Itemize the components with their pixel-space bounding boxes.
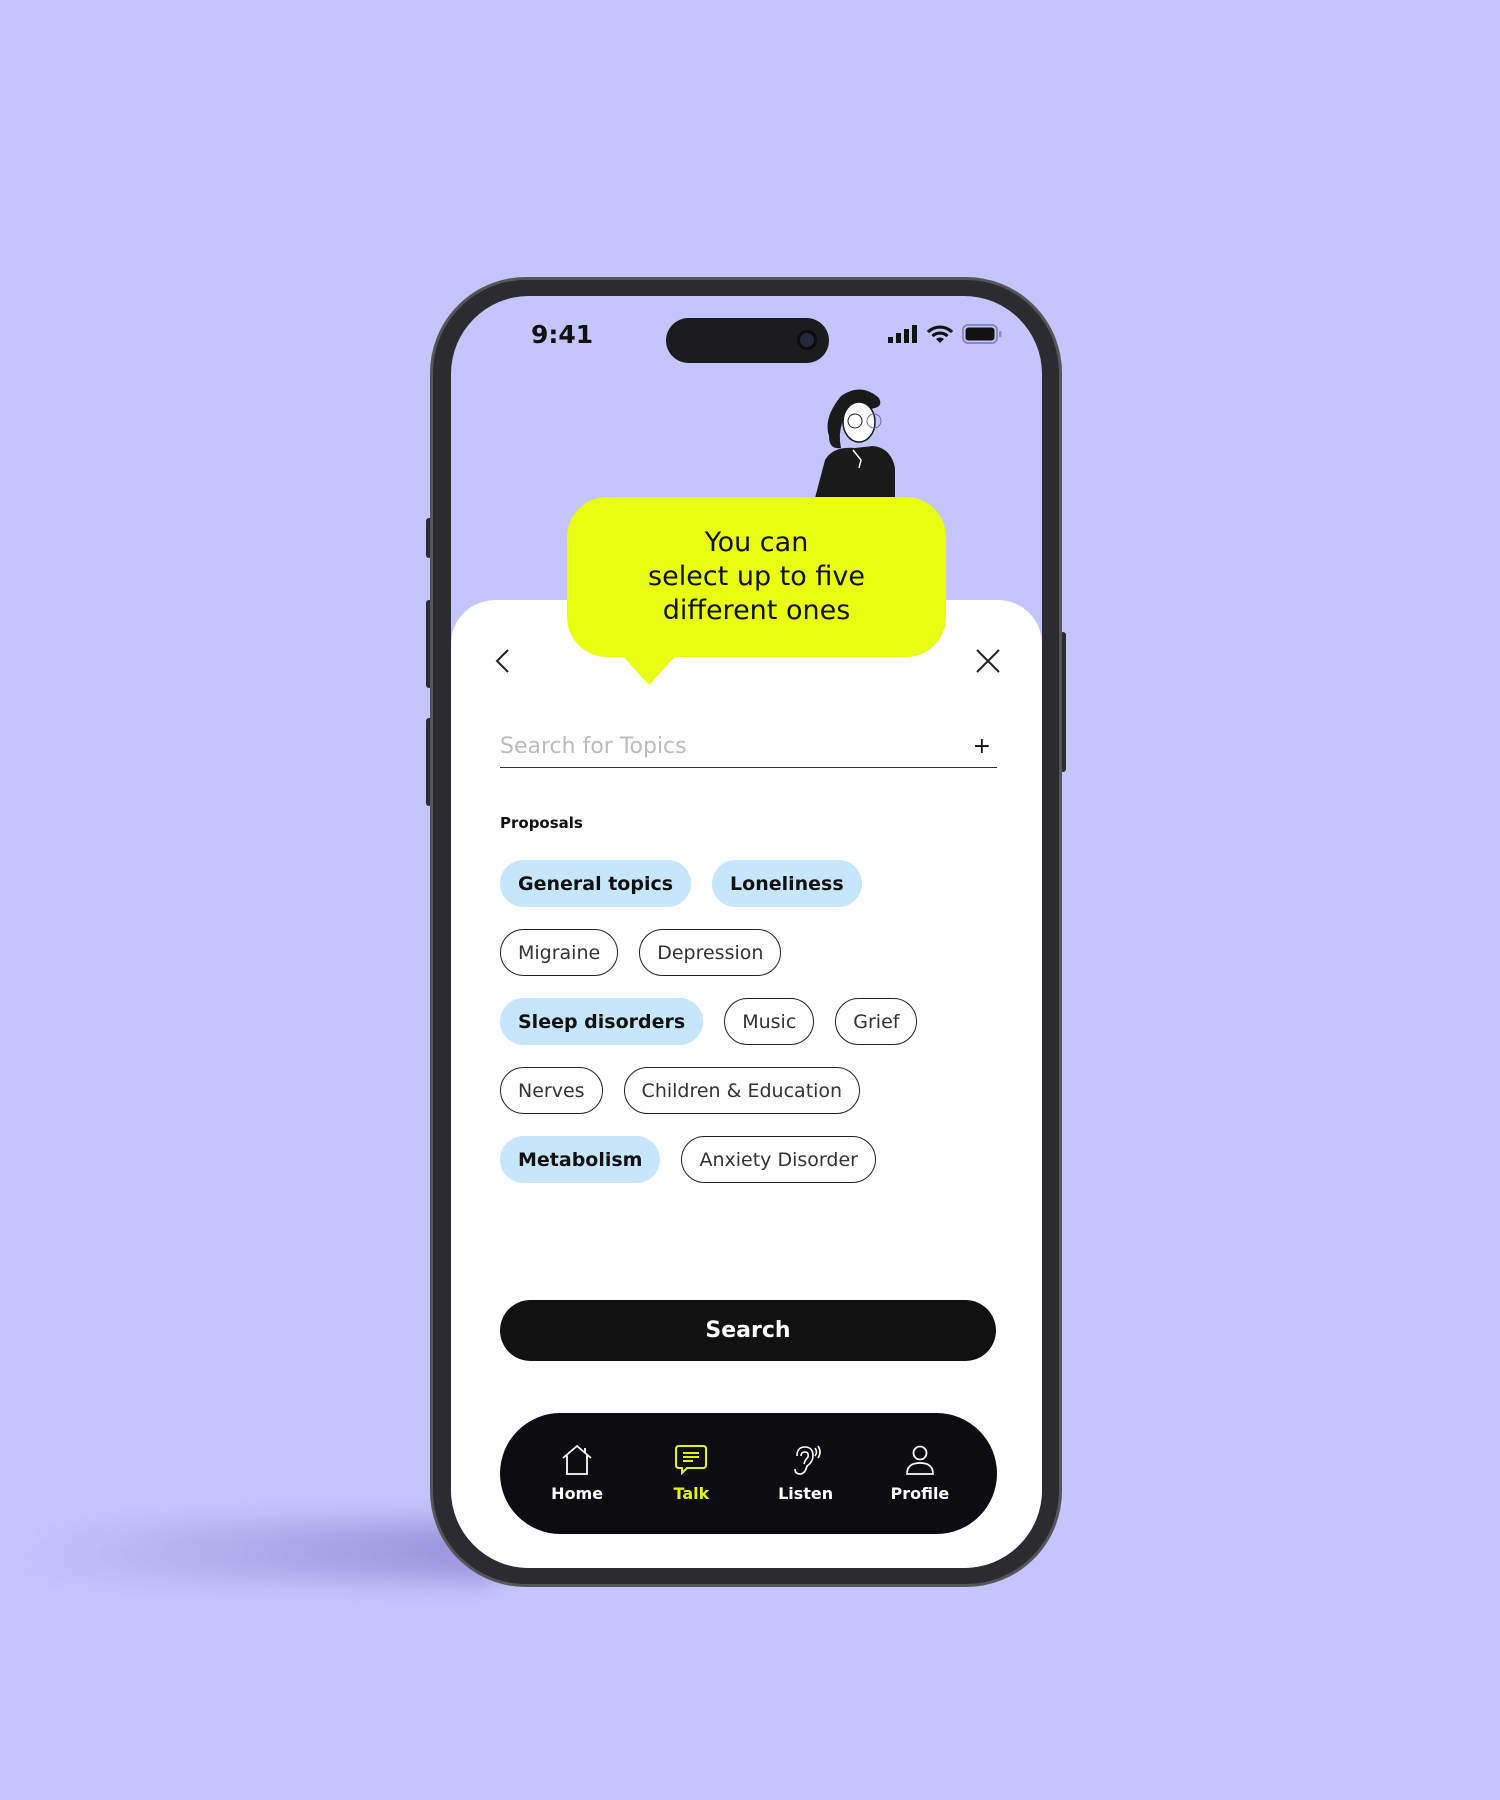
topic-chip[interactable]: Anxiety Disorder bbox=[681, 1136, 876, 1183]
topic-chip[interactable]: Migraine bbox=[500, 929, 619, 976]
topic-chip[interactable]: Nerves bbox=[500, 1067, 603, 1114]
back-chevron-icon[interactable] bbox=[493, 648, 513, 674]
wifi-icon bbox=[927, 324, 953, 343]
camera-icon bbox=[797, 330, 817, 350]
ear-icon bbox=[793, 1445, 821, 1475]
nav-label: Listen bbox=[778, 1484, 834, 1503]
search-input[interactable] bbox=[500, 734, 973, 759]
topic-chip[interactable]: Sleep disorders bbox=[500, 998, 704, 1045]
nav-talk[interactable]: Talk bbox=[641, 1444, 741, 1503]
hint-bubble: You can select up to five different ones bbox=[567, 497, 946, 657]
nav-label: Profile bbox=[890, 1484, 950, 1503]
topic-chip[interactable]: Grief bbox=[835, 998, 918, 1045]
user-icon bbox=[905, 1445, 934, 1475]
search-button[interactable]: Search bbox=[500, 1300, 996, 1361]
topic-chip[interactable]: General topics bbox=[500, 860, 692, 907]
topic-chip[interactable]: Loneliness bbox=[712, 860, 862, 907]
hint-bubble-tail bbox=[619, 652, 679, 685]
nav-label: Home bbox=[551, 1484, 604, 1503]
nav-home[interactable]: Home bbox=[527, 1444, 627, 1503]
status-time: 9:41 bbox=[531, 320, 594, 349]
signal-icon bbox=[888, 325, 917, 343]
chat-icon bbox=[675, 1445, 708, 1476]
dynamic-island bbox=[666, 318, 829, 363]
hint-line: different ones bbox=[662, 595, 851, 626]
topic-chip[interactable]: Metabolism bbox=[500, 1136, 661, 1183]
person-illustration bbox=[815, 389, 895, 498]
topic-chips: General topics Loneliness Migraine Depre… bbox=[500, 860, 1000, 1183]
close-icon[interactable] bbox=[975, 648, 1001, 674]
nav-label: Talk bbox=[673, 1484, 710, 1503]
nav-listen[interactable]: Listen bbox=[756, 1444, 856, 1503]
battery-icon bbox=[962, 324, 1002, 344]
search-field: + bbox=[500, 726, 997, 768]
proposals-label: Proposals bbox=[500, 814, 583, 832]
nav-profile[interactable]: Profile bbox=[870, 1444, 970, 1503]
home-icon bbox=[562, 1444, 592, 1475]
topic-chip[interactable]: Music bbox=[724, 998, 815, 1045]
status-icons bbox=[888, 324, 1002, 344]
hint-line: You can bbox=[704, 527, 809, 558]
hint-line: select up to five bbox=[648, 561, 865, 592]
phone-screen: 9:41 You can select up to five different… bbox=[451, 296, 1042, 1568]
bottom-nav: Home Talk Listen Profile bbox=[500, 1413, 997, 1534]
add-topic-button[interactable]: + bbox=[973, 734, 991, 759]
topic-chip[interactable]: Depression bbox=[639, 929, 782, 976]
topic-chip[interactable]: Children & Education bbox=[623, 1067, 861, 1114]
